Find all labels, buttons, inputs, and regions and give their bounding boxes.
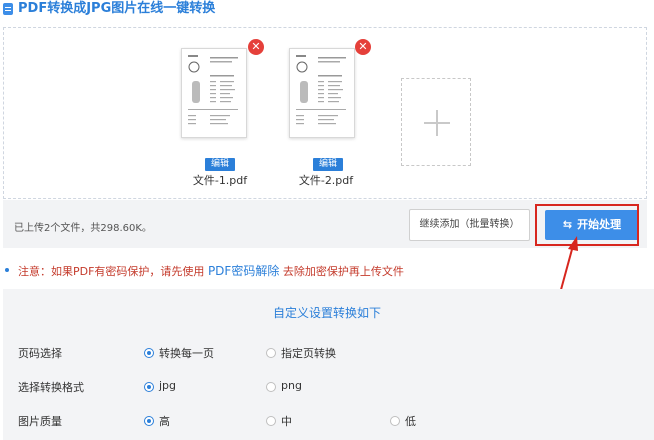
pdf-unlock-link[interactable]: PDF密码解除 [208, 264, 279, 278]
option-label[interactable]: png [281, 379, 302, 392]
notice-suffix: 去除加密保护再上传文件 [282, 265, 404, 278]
option-label[interactable]: 转换每一页 [159, 345, 214, 361]
radio-quality-medium[interactable] [266, 416, 276, 426]
bullet [5, 268, 9, 272]
option-label[interactable]: 指定页转换 [281, 345, 336, 361]
option-label[interactable]: 高 [159, 413, 170, 429]
option-label[interactable]: 中 [281, 413, 292, 429]
radio-quality-high[interactable] [144, 416, 154, 426]
radio-convert-every-page[interactable] [144, 348, 154, 358]
password-notice: 注意：如果PDF有密码保护，请先使用 PDF密码解除 去除加密保护再上传文件 [18, 262, 404, 279]
radio-jpg[interactable] [144, 382, 154, 392]
option-label[interactable]: jpg [159, 379, 176, 392]
image-quality-label: 图片质量 [18, 415, 62, 428]
notice-prefix: 注意：如果PDF有密码保护，请先使用 [18, 265, 205, 278]
format-selection-label: 选择转换格式 [18, 381, 84, 394]
page-selection-label: 页码选择 [18, 347, 62, 360]
radio-quality-low[interactable] [390, 416, 400, 426]
settings-title: 自定义设置转换如下 [272, 306, 381, 320]
option-label[interactable]: 低 [405, 413, 416, 429]
radio-png[interactable] [266, 382, 276, 392]
radio-specific-pages[interactable] [266, 348, 276, 358]
